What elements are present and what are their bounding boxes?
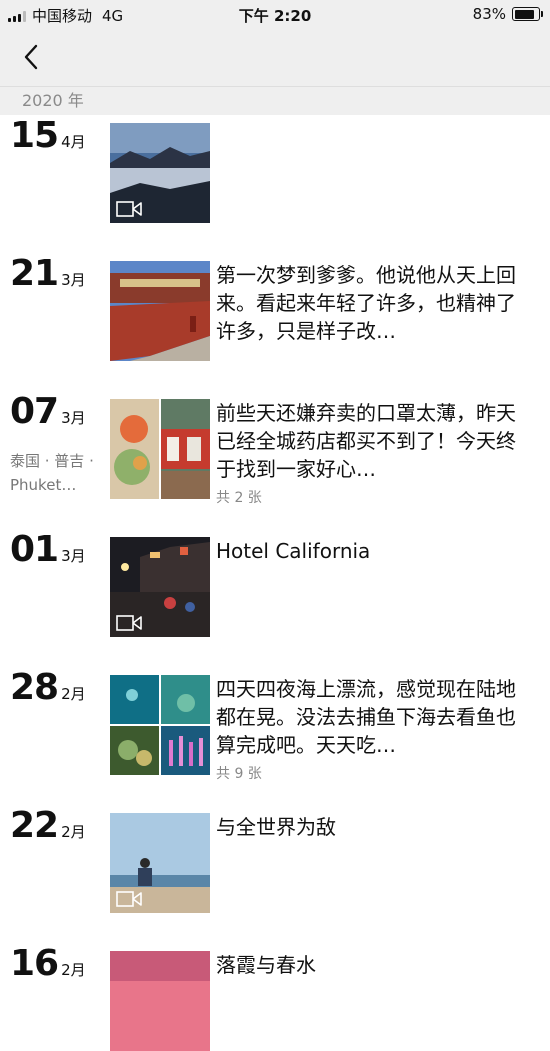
status-bar: 中国移动 4G 下午 2:20 83% — [0, 0, 550, 30]
entry-date: 16 2月 — [10, 943, 86, 984]
sunset-photo — [110, 951, 210, 1051]
entry-month: 3月 — [61, 409, 86, 427]
entry-text: 前些天还嫌弃卖的口罩太薄，昨天已经全城药店都买不到了！今天终于找到一家好心… — [216, 401, 516, 481]
shop-photo — [161, 399, 210, 499]
back-button[interactable] — [18, 42, 48, 72]
status-right: 83% — [472, 5, 543, 23]
underwater-photo — [161, 675, 210, 724]
entry-day: 15 — [10, 115, 59, 156]
entry-month: 3月 — [61, 547, 86, 565]
entry-month: 4月 — [61, 133, 86, 151]
entry-date: 22 2月 — [10, 805, 86, 846]
entry-month: 2月 — [61, 685, 86, 703]
video-icon — [116, 615, 142, 631]
entry-month: 3月 — [61, 271, 86, 289]
entry-day: 01 — [10, 529, 59, 570]
battery-icon — [512, 7, 543, 21]
photo-count: 共 2 张 — [216, 490, 262, 506]
photo-count: 共 9 张 — [216, 766, 262, 782]
photo-thumbnail[interactable] — [110, 951, 210, 1051]
entry-month: 2月 — [61, 961, 86, 979]
video-thumbnail[interactable] — [110, 123, 210, 223]
monastery-photo — [110, 261, 210, 361]
video-thumbnail[interactable] — [110, 537, 210, 637]
entry-date: 21 3月 — [10, 253, 86, 294]
entry-text: 第一次梦到爹爹。他说他从天上回来。看起来年轻了许多，也精神了许多，只是样子改… — [216, 263, 516, 343]
video-icon — [116, 891, 142, 907]
entry-day: 16 — [10, 943, 59, 984]
entry-text: 落霞与春水 — [216, 953, 316, 977]
photo-grid-thumbnail[interactable] — [110, 675, 210, 775]
underwater-photo — [110, 675, 159, 724]
coral-photo — [110, 726, 159, 775]
entry-day: 22 — [10, 805, 59, 846]
video-icon — [116, 201, 142, 217]
entry-date: 01 3月 — [10, 529, 86, 570]
entry-text: 四天四夜海上漂流，感觉现在陆地都在晃。没法去捕鱼下海去看鱼也算完成吧。天天吃… — [216, 677, 516, 757]
chevron-left-icon — [24, 44, 38, 70]
entry-day: 07 — [10, 391, 59, 432]
entry-text: Hotel California — [216, 539, 371, 563]
entry-date: 15 4月 — [10, 115, 86, 156]
entry-text: 与全世界为敌 — [216, 815, 336, 839]
video-thumbnail[interactable] — [110, 813, 210, 913]
food-photo — [110, 399, 159, 499]
entry-day: 21 — [10, 253, 59, 294]
entry-day: 28 — [10, 667, 59, 708]
year-section-header: 2020 年 — [0, 86, 550, 115]
clock: 下午 2:20 — [238, 7, 312, 25]
battery-percent: 83% — [472, 5, 506, 23]
photo-grid-thumbnail[interactable] — [110, 399, 210, 499]
entry-date: 07 3月 — [10, 391, 86, 432]
entry-month: 2月 — [61, 823, 86, 841]
coral-photo — [161, 726, 210, 775]
photo-thumbnail[interactable] — [110, 261, 210, 361]
navigation-bar — [0, 30, 550, 86]
entry-location[interactable]: 泰国 · 普吉 · Phuket… — [10, 449, 102, 497]
entry-date: 28 2月 — [10, 667, 86, 708]
